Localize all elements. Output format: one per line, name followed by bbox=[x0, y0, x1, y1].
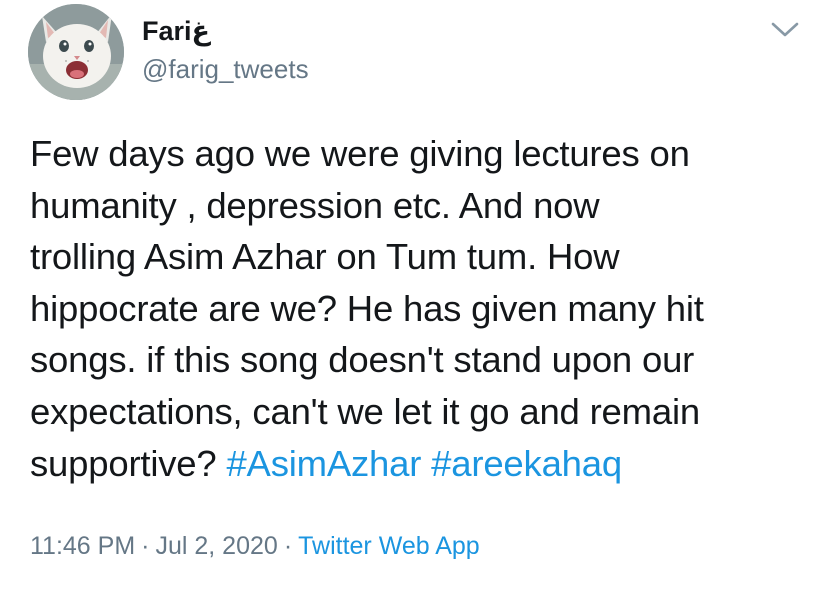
cat-avatar-icon[interactable] bbox=[28, 4, 124, 100]
tweet-text: Few days ago we were giving lectures on … bbox=[30, 128, 810, 489]
tweet-text-line: Few days ago we were giving lectures on bbox=[30, 133, 690, 174]
author-display-name[interactable]: Fariغ bbox=[142, 16, 210, 47]
tweet-card: Fariغ @farig_tweets Few days ago we were… bbox=[0, 0, 828, 589]
tweet-text-last-line: supportive? #AsimAzhar #areekahaq bbox=[30, 438, 810, 490]
chevron-down-icon[interactable] bbox=[768, 18, 802, 42]
tweet-text-line: humanity , depression etc. And now bbox=[30, 184, 600, 226]
tweet-text-line: songs. if this song doesn't stand upon o… bbox=[30, 339, 695, 381]
author-handle[interactable]: @farig_tweets bbox=[142, 54, 309, 85]
tweet-date[interactable]: Jul 2, 2020 bbox=[155, 532, 277, 560]
tweet-time[interactable]: 11:46 PM bbox=[30, 532, 135, 560]
tweet-text-line: expectations, can't we let it go and rem… bbox=[30, 390, 700, 432]
meta-separator: · bbox=[141, 532, 150, 560]
hashtag-link-areekahaq[interactable]: #areekahaq bbox=[431, 443, 622, 484]
tweet-text-segment: supportive? bbox=[30, 442, 227, 484]
tweet-text-line: hippocrate are we? He has given many hit bbox=[30, 287, 704, 329]
hashtag-link-asimazhar[interactable]: #AsimAzhar bbox=[226, 443, 421, 484]
tweet-text-line: trolling Asim Azhar on Tum tum. How bbox=[30, 236, 620, 278]
meta-separator: · bbox=[283, 532, 293, 560]
tweet-source-link[interactable]: Twitter Web App bbox=[298, 532, 480, 560]
tweet-meta: 11:46 PM · Jul 2, 2020 · Twitter Web App bbox=[30, 532, 480, 561]
